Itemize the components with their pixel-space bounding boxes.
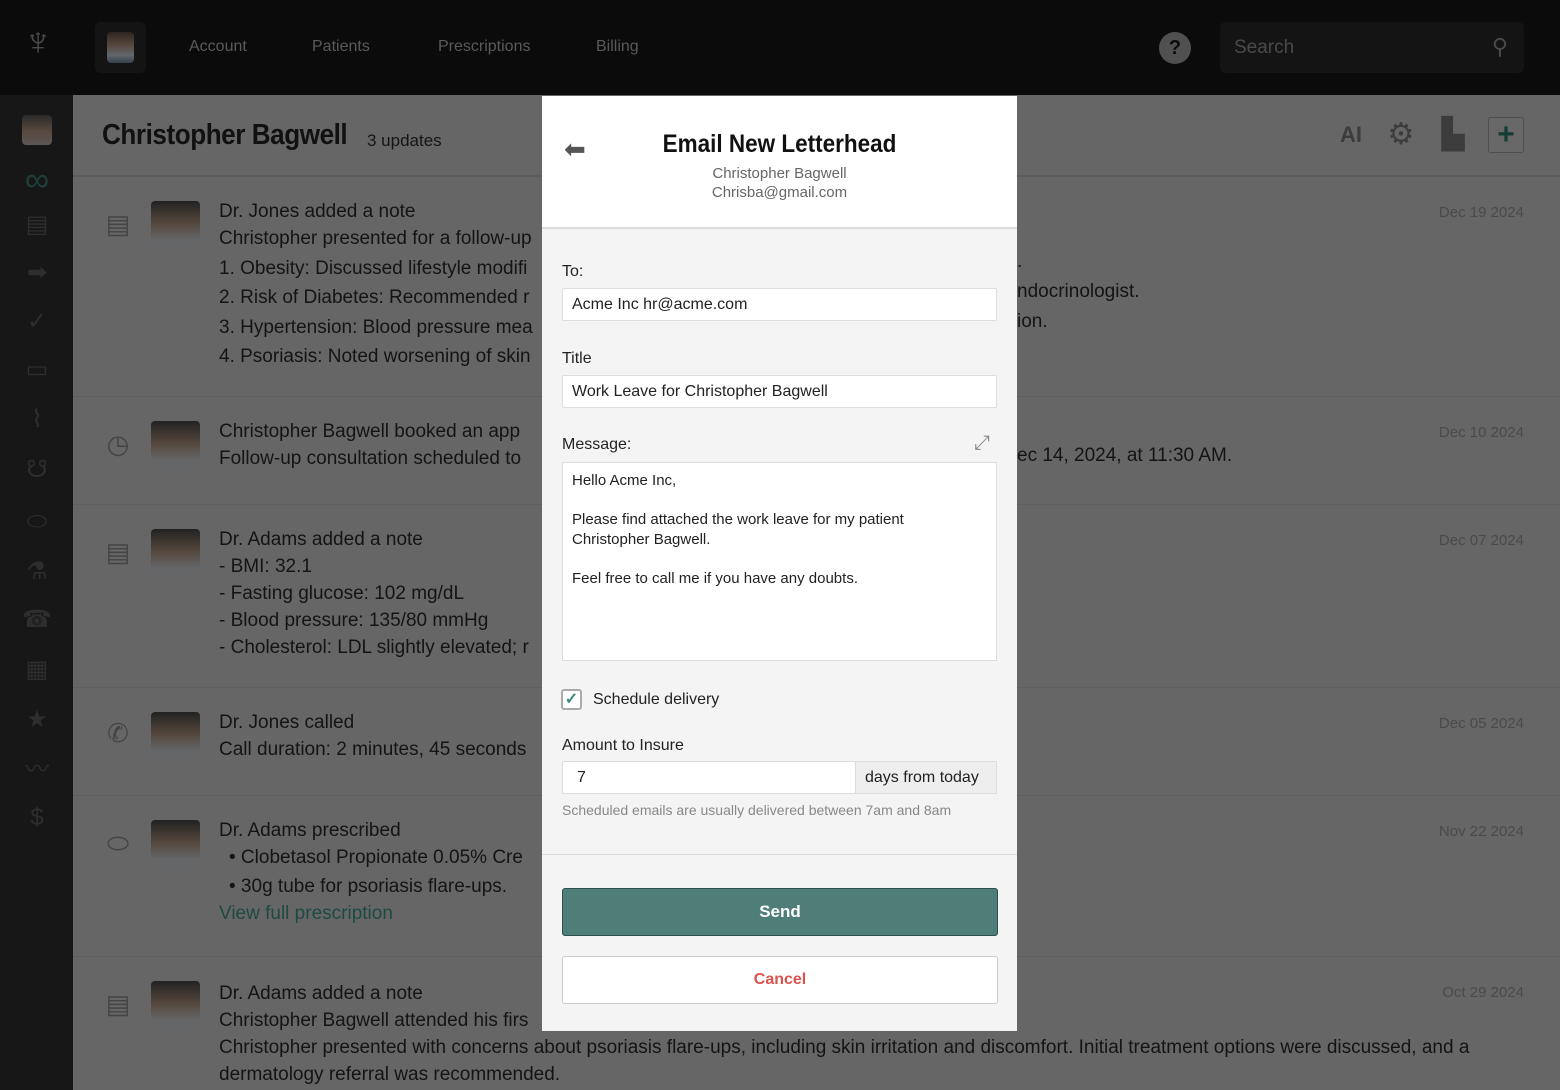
author-avatar bbox=[151, 981, 200, 1030]
delivery-hint: Scheduled emails are usually delivered b… bbox=[562, 802, 952, 818]
feed-date: Dec 10 2024 bbox=[1438, 424, 1524, 441]
patient-name: Christopher Bagwell bbox=[712, 165, 847, 182]
view-prescription-link[interactable]: View full prescription bbox=[219, 900, 523, 927]
feed-line: 3. Hypertension: Blood pressure mea bbox=[219, 317, 533, 338]
feed-line: Christopher presented with concerns abou… bbox=[219, 1037, 1470, 1058]
search-placeholder: Search bbox=[1234, 37, 1295, 58]
divider bbox=[542, 854, 1017, 855]
amount-label: Amount to Insure bbox=[562, 737, 684, 754]
feed-line: dermatology referral was recommended. bbox=[219, 1064, 561, 1085]
nav-prescriptions[interactable]: Prescriptions bbox=[438, 38, 530, 56]
feed-line: • 30g tube for psoriasis flare-ups. bbox=[229, 876, 508, 897]
dashboard-layout-icon[interactable]: ▙ bbox=[1435, 117, 1471, 153]
feed-date: Dec 19 2024 bbox=[1438, 204, 1524, 221]
pill-icon[interactable]: ⬭ bbox=[22, 507, 52, 537]
phone-icon: ✆ bbox=[107, 718, 129, 748]
to-input[interactable]: Acme Inc hr@acme.com bbox=[562, 288, 997, 321]
feed-date: Nov 22 2024 bbox=[1438, 823, 1524, 840]
message-forward-icon[interactable]: ➡ bbox=[22, 258, 52, 288]
note-icon: ▤ bbox=[105, 209, 131, 239]
days-addon: days from today bbox=[855, 761, 997, 794]
message-textarea[interactable]: Hello Acme Inc, Please find attached the… bbox=[562, 462, 997, 661]
message-label: Message: bbox=[562, 436, 632, 453]
search-input[interactable]: Search ⚲ bbox=[1220, 22, 1524, 73]
to-label: To: bbox=[562, 263, 584, 280]
days-input[interactable]: 7 bbox=[562, 761, 856, 794]
clipboard-icon[interactable]: ▦ bbox=[22, 655, 52, 685]
feed-line: - Blood pressure: 135/80 mmHg bbox=[219, 610, 489, 631]
feed-date: Dec 05 2024 bbox=[1438, 715, 1524, 732]
paperclip-icon[interactable]: ⌇ bbox=[22, 405, 52, 435]
nav-billing[interactable]: Billing bbox=[596, 38, 639, 56]
feed-line: - Fasting glucose: 102 mg/dL bbox=[219, 583, 465, 604]
add-button[interactable]: + bbox=[1488, 117, 1524, 153]
nav-patients[interactable]: Patients bbox=[312, 38, 370, 56]
feed-line: 1. Obesity: Discussed lifestyle modifi bbox=[219, 258, 528, 279]
stethoscope-icon[interactable]: ☋ bbox=[22, 455, 52, 485]
feed-line: • Clobetasol Propionate 0.05% Cre bbox=[229, 847, 523, 868]
dollar-icon[interactable]: $ bbox=[22, 803, 52, 833]
feed-line: 2. Risk of Diabetes: Recommended r bbox=[219, 287, 530, 308]
feed-line: Call duration: 2 minutes, 45 seconds bbox=[219, 739, 527, 760]
feed-line: - Cholesterol: LDL slightly elevated; r bbox=[219, 637, 529, 658]
feed-line-fragment: ec 14, 2024, at 11:30 AM. bbox=[1017, 445, 1233, 466]
feed-title: Dr. Jones added a note bbox=[219, 201, 416, 222]
modal-header: ⬅ Email New Letterhead Christopher Bagwe… bbox=[542, 96, 1017, 229]
author-avatar bbox=[151, 820, 200, 869]
author-avatar bbox=[151, 421, 200, 470]
updates-count: 3 updates bbox=[367, 131, 442, 150]
clock-icon: ◷ bbox=[106, 429, 130, 459]
chart-line-icon[interactable]: 〰 bbox=[22, 755, 52, 785]
email-letterhead-modal: ⬅ Email New Letterhead Christopher Bagwe… bbox=[542, 96, 1017, 1031]
feed-title: Christopher Bagwell booked an app bbox=[219, 421, 521, 442]
expand-icon[interactable]: ⤢ bbox=[974, 432, 990, 455]
schedule-delivery-label[interactable]: Schedule delivery bbox=[593, 691, 719, 709]
page-title: Christopher Bagwell bbox=[102, 119, 348, 151]
calendar-icon[interactable]: ▭ bbox=[22, 355, 52, 385]
feed-date: Oct 29 2024 bbox=[1442, 984, 1524, 1001]
ai-chat-icon[interactable]: AI bbox=[1333, 117, 1369, 153]
author-avatar bbox=[151, 201, 200, 250]
feed-line-fragment: ndocrinologist. bbox=[1017, 281, 1140, 302]
check-icon[interactable]: ✓ bbox=[22, 307, 52, 337]
schedule-delivery-checkbox[interactable]: ✓ bbox=[561, 689, 582, 710]
modal-title: Email New Letterhead bbox=[662, 130, 897, 158]
author-avatar bbox=[151, 529, 200, 578]
feed-line: Follow-up consultation scheduled to bbox=[219, 448, 522, 469]
help-icon[interactable]: ? bbox=[1159, 32, 1191, 64]
feed-line: 4. Psoriasis: Noted worsening of skin bbox=[219, 346, 531, 367]
feed-title: Dr. Adams prescribed bbox=[219, 820, 401, 841]
user-avatar[interactable] bbox=[95, 22, 146, 73]
send-button[interactable]: Send bbox=[562, 888, 998, 936]
top-bar: ♆ Account Patients Prescriptions Billing… bbox=[0, 0, 1560, 95]
nav-account[interactable]: Account bbox=[189, 38, 247, 56]
gear-icon[interactable]: ⚙ bbox=[1383, 117, 1419, 153]
infinity-icon[interactable]: ∞ bbox=[22, 163, 52, 197]
cancel-button[interactable]: Cancel bbox=[562, 956, 998, 1004]
app-logo-icon[interactable]: ♆ bbox=[20, 20, 56, 74]
pill-icon: ⬭ bbox=[106, 828, 130, 858]
notes-icon[interactable]: ▤ bbox=[22, 210, 52, 240]
note-icon: ▤ bbox=[105, 537, 131, 567]
sidebar: ∞ ▤ ➡ ✓ ▭ ⌇ ☋ ⬭ ⚗ ☎ ▦ ★ 〰 $ bbox=[0, 95, 73, 1090]
author-avatar bbox=[151, 712, 200, 761]
star-message-icon[interactable]: ★ bbox=[22, 705, 52, 735]
flask-icon[interactable]: ⚗ bbox=[22, 557, 52, 587]
feed-line-fragment: . bbox=[1017, 251, 1023, 272]
patient-avatar[interactable] bbox=[22, 115, 52, 145]
note-icon: ▤ bbox=[105, 989, 131, 1019]
feed-title: Dr. Jones called bbox=[219, 712, 355, 733]
feed-line: - BMI: 32.1 bbox=[219, 556, 312, 577]
title-input[interactable]: Work Leave for Christopher Bagwell bbox=[562, 375, 997, 408]
fax-icon[interactable]: ☎ bbox=[22, 605, 52, 635]
feed-line: Christopher presented for a follow-up bbox=[219, 228, 532, 249]
feed-title: Dr. Adams added a note bbox=[219, 529, 423, 550]
feed-date: Dec 07 2024 bbox=[1438, 532, 1524, 549]
feed-line-fragment: ion. bbox=[1017, 311, 1048, 332]
title-label: Title bbox=[562, 350, 592, 367]
search-icon[interactable]: ⚲ bbox=[1492, 34, 1508, 60]
patient-email: Chrisba@gmail.com bbox=[711, 184, 848, 201]
